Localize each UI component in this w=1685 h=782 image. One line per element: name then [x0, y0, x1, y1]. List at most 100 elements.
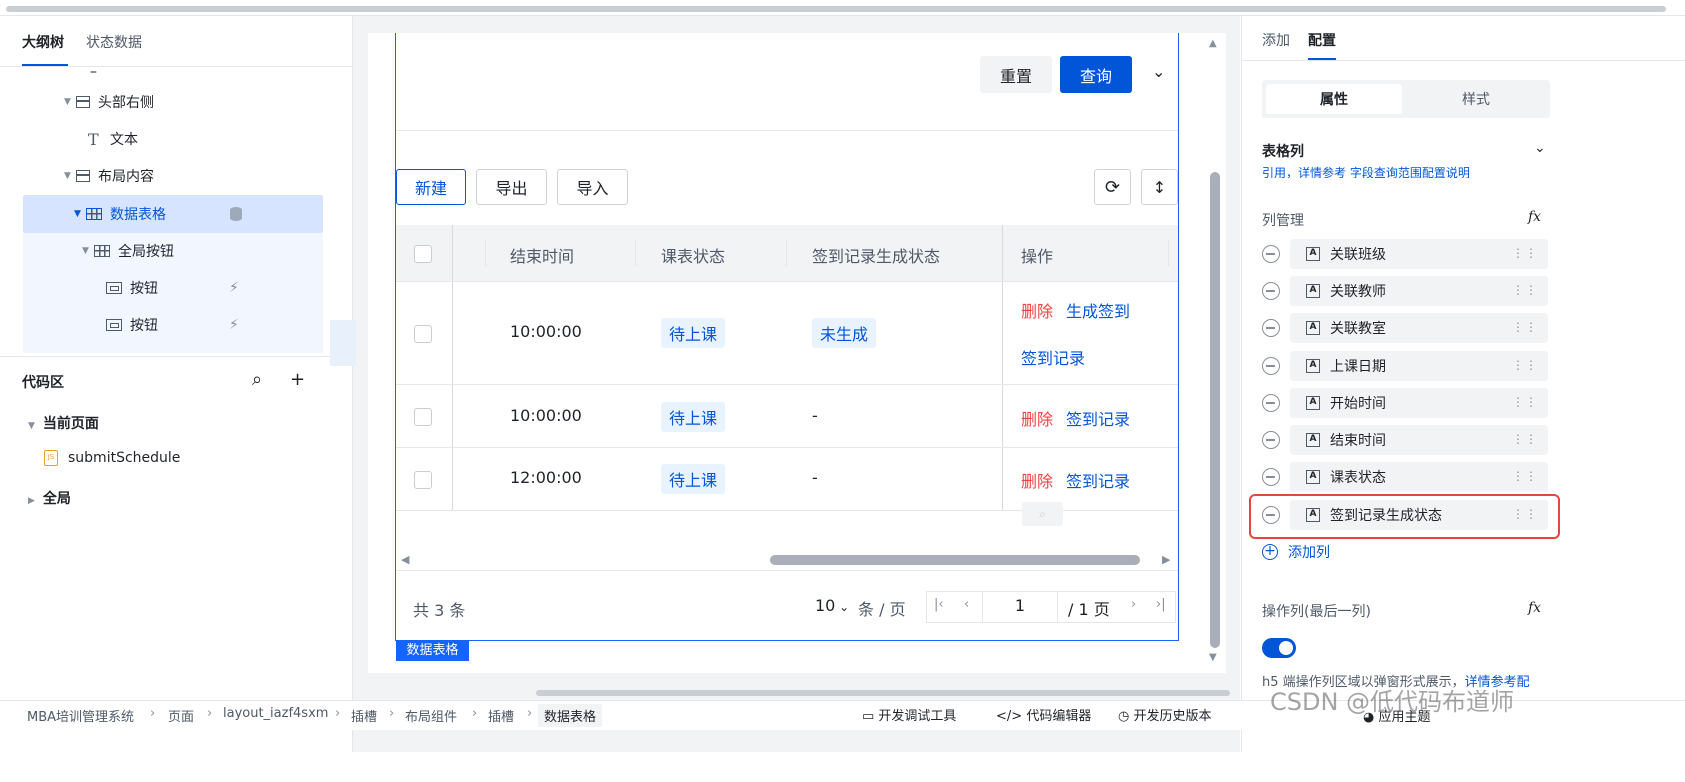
last-page-icon[interactable]: ›|: [1156, 597, 1166, 612]
row-checkbox[interactable]: [414, 471, 432, 489]
generate-sign-link[interactable]: 生成签到: [1066, 298, 1130, 322]
density-icon[interactable]: ↕: [1141, 169, 1178, 205]
drag-handle-icon[interactable]: ⋮⋮: [1512, 358, 1538, 372]
drag-handle-icon[interactable]: ⋮⋮: [1512, 469, 1538, 483]
next-page-icon[interactable]: ›: [1131, 597, 1136, 612]
tree-node-data-table[interactable]: ▼ 数据表格: [74, 195, 166, 233]
refresh-icon[interactable]: ⟳: [1094, 169, 1131, 205]
column-item[interactable]: A 上课日期 ⋮⋮: [1262, 351, 1550, 381]
code-global[interactable]: ▶ 全局: [28, 488, 71, 508]
first-page-icon[interactable]: |‹: [934, 597, 944, 612]
search-icon[interactable]: ⌕: [252, 369, 262, 390]
database-icon[interactable]: [230, 207, 242, 221]
delete-link[interactable]: 删除: [1021, 468, 1053, 492]
drag-handle-icon[interactable]: ⋮⋮: [1512, 395, 1538, 409]
tab-state-data[interactable]: 状态数据: [86, 32, 142, 52]
breadcrumb-item[interactable]: 插槽: [351, 706, 377, 725]
scroll-left-icon[interactable]: ◀: [401, 553, 409, 566]
remove-icon[interactable]: [1262, 245, 1280, 263]
sign-record-link[interactable]: 签到记录: [1021, 345, 1085, 369]
segment-properties[interactable]: 属性: [1266, 84, 1402, 114]
tree-node-button[interactable]: 按钮: [106, 306, 158, 344]
column-item[interactable]: A 关联班级 ⋮⋮: [1262, 239, 1550, 269]
delete-link[interactable]: 删除: [1021, 406, 1053, 430]
remove-icon[interactable]: [1262, 394, 1280, 412]
hint-text[interactable]: 引用，详情参考 字段查询范围配置说明: [1262, 164, 1550, 178]
tab-config[interactable]: 配置: [1308, 30, 1336, 50]
caret-down-icon[interactable]: ▼: [82, 246, 94, 256]
breadcrumb-item[interactable]: 布局组件: [405, 706, 457, 725]
breadcrumb-item[interactable]: 页面: [168, 706, 194, 725]
history-button[interactable]: ◷ 开发历史版本: [1118, 705, 1212, 724]
select-all-checkbox[interactable]: [414, 245, 432, 263]
remove-icon[interactable]: [1262, 319, 1280, 337]
sign-record-link[interactable]: 签到记录: [1066, 406, 1130, 430]
top-scrollbar[interactable]: [6, 6, 1666, 12]
code-file-item[interactable]: JS submitSchedule: [44, 450, 180, 466]
tab-outline-tree[interactable]: 大纲树: [22, 32, 64, 52]
bolt-icon[interactable]: ⚡: [229, 280, 239, 296]
scroll-down-icon[interactable]: ▼: [1209, 652, 1217, 663]
remove-icon[interactable]: [1262, 357, 1280, 375]
new-button[interactable]: 新建: [396, 169, 466, 205]
chevron-down-icon[interactable]: ⌄: [1152, 62, 1165, 81]
plus-icon[interactable]: +: [290, 369, 305, 390]
action-column-toggle[interactable]: [1262, 638, 1296, 658]
fx-icon[interactable]: fx: [1528, 209, 1541, 225]
caret-down-icon[interactable]: ▼: [64, 97, 76, 107]
bolt-icon[interactable]: ⚡: [229, 317, 239, 333]
remove-icon[interactable]: [1262, 431, 1280, 449]
tree-node-layout-content[interactable]: ▼ 布局内容: [64, 157, 154, 195]
tree-node-text[interactable]: T 文本: [88, 120, 138, 158]
breadcrumb-item[interactable]: 插槽: [488, 706, 514, 725]
export-button[interactable]: 导出: [476, 169, 547, 205]
tab-add[interactable]: 添加: [1262, 30, 1290, 50]
query-button[interactable]: 查询: [1060, 56, 1132, 93]
code-current-page[interactable]: ▼ 当前页面: [28, 413, 99, 433]
table-horizontal-scrollbar[interactable]: [770, 555, 1140, 565]
import-button[interactable]: 导入: [557, 169, 628, 205]
status-badge: 待上课: [661, 402, 726, 432]
column-item[interactable]: A 开始时间 ⋮⋮: [1262, 388, 1550, 418]
column-item[interactable]: A 结束时间 ⋮⋮: [1262, 425, 1550, 455]
remove-icon[interactable]: [1262, 282, 1280, 300]
plus-circle-icon: +: [1262, 544, 1278, 560]
scroll-up-icon[interactable]: ▲: [1209, 38, 1217, 49]
canvas-horizontal-scrollbar[interactable]: [536, 690, 1230, 696]
tree-node-button[interactable]: 按钮: [106, 269, 158, 307]
page-size-select[interactable]: 10 ⌄: [815, 596, 849, 615]
drag-handle-icon[interactable]: ⋮⋮: [1512, 320, 1538, 334]
header-schedule-status: 课表状态: [661, 247, 726, 266]
column-item[interactable]: A 课表状态 ⋮⋮: [1262, 462, 1550, 492]
page-input[interactable]: 1: [982, 591, 1058, 623]
fx-icon[interactable]: fx: [1528, 600, 1541, 616]
breadcrumb-item-current[interactable]: 数据表格: [538, 704, 603, 727]
caret-down-icon[interactable]: ▼: [64, 171, 76, 181]
tree-node-header-right[interactable]: ▼ 头部右侧: [64, 83, 154, 121]
tree-node-global-buttons[interactable]: ▼ 全局按钮: [82, 232, 174, 270]
code-editor-button[interactable]: </> 代码编辑器: [996, 705, 1091, 724]
canvas-vertical-scrollbar[interactable]: [1210, 172, 1220, 648]
row-checkbox[interactable]: [414, 408, 432, 426]
delete-link[interactable]: 删除: [1021, 298, 1053, 322]
drag-handle-icon[interactable]: ⋮⋮: [1512, 246, 1538, 260]
drag-handle-icon[interactable]: ⋮⋮: [1512, 432, 1538, 446]
breadcrumb-item[interactable]: MBA培训管理系统: [27, 706, 134, 725]
column-item[interactable]: A 关联教师 ⋮⋮: [1262, 276, 1550, 306]
highlight-annotation: [1249, 494, 1560, 539]
text-field-icon: A: [1306, 321, 1320, 335]
scroll-right-icon[interactable]: ▶: [1162, 553, 1170, 566]
drag-handle-icon[interactable]: ⋮⋮: [1512, 283, 1538, 297]
breadcrumb-item[interactable]: layout_iazf4sxm: [223, 706, 328, 721]
chevron-down-icon[interactable]: ⌄: [1534, 140, 1546, 156]
reset-button[interactable]: 重置: [980, 56, 1052, 93]
row-checkbox[interactable]: [414, 325, 432, 343]
debug-tools-button[interactable]: ▭ 开发调试工具: [862, 705, 956, 724]
column-item[interactable]: A 关联教室 ⋮⋮: [1262, 313, 1550, 343]
caret-down-icon[interactable]: ▼: [74, 209, 86, 219]
segment-styles[interactable]: 样式: [1406, 84, 1546, 114]
sign-record-link[interactable]: 签到记录: [1066, 468, 1130, 492]
prev-page-icon[interactable]: ‹: [964, 597, 969, 612]
remove-icon[interactable]: [1262, 468, 1280, 486]
add-column-button[interactable]: + 添加列: [1262, 542, 1330, 562]
